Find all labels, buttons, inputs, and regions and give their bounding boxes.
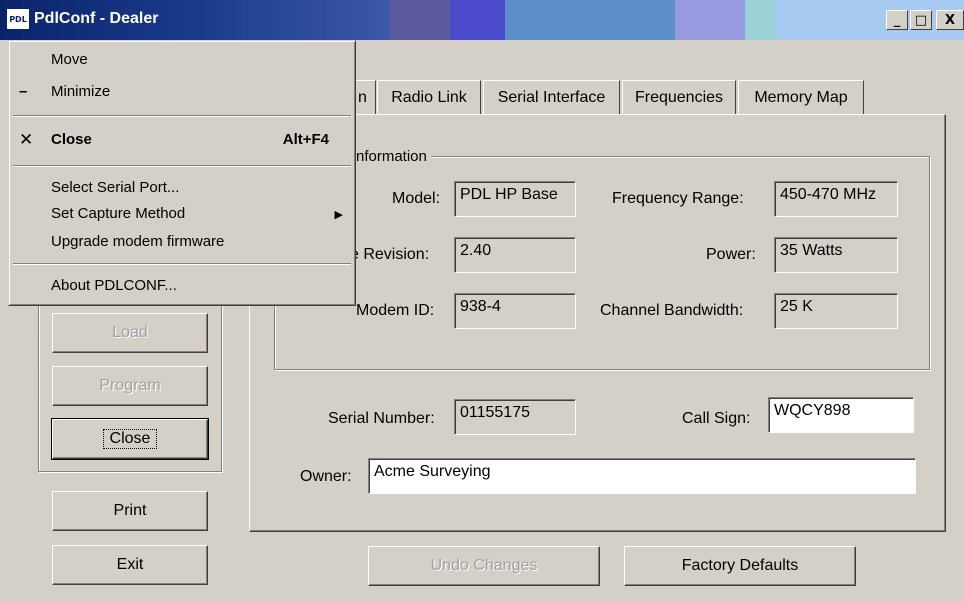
menu-item-select-serial-port[interactable]: Select Serial Port... <box>11 179 353 201</box>
menu-item-close-shortcut: Alt+F4 <box>282 131 329 148</box>
channel-bandwidth-field: 25 K <box>774 293 898 329</box>
menu-item-about[interactable]: About PDLCONF... <box>11 277 353 299</box>
modem-id-label: Modem ID: <box>356 302 435 319</box>
menu-item-upgrade-firmware-label: Upgrade modem firmware <box>51 233 225 250</box>
call-sign-input[interactable]: WQCY898 <box>768 397 914 433</box>
close-icon: ✕ <box>19 130 34 149</box>
title-bar-segment <box>505 0 675 40</box>
program-button[interactable]: Program <box>52 366 208 406</box>
menu-item-close-label: Close <box>51 131 92 148</box>
print-button[interactable]: Print <box>52 491 208 531</box>
menu-item-move[interactable]: Move <box>11 51 353 73</box>
maximize-window-button[interactable]: □ <box>910 10 932 30</box>
menu-separator <box>13 263 351 265</box>
revision-label: e Revision: <box>350 246 430 263</box>
owner-input[interactable]: Acme Surveying <box>368 458 916 494</box>
menu-separator <box>13 115 351 117</box>
undo-changes-button-label: Undo Changes <box>430 557 538 574</box>
title-bar-segment <box>390 0 450 40</box>
app-window: PDL PdlConf - Dealer _ □ X Load Program … <box>0 0 964 602</box>
tab-memory-map[interactable]: Memory Map <box>738 80 864 114</box>
frequency-range-field: 450-470 MHz <box>774 181 898 217</box>
tab-frequencies[interactable]: Frequencies <box>622 80 736 114</box>
exit-button[interactable]: Exit <box>52 545 208 585</box>
menu-item-set-capture-method-label: Set Capture Method <box>51 205 186 222</box>
menu-item-about-label: About PDLCONF... <box>51 277 177 294</box>
title-bar[interactable]: PDL PdlConf - Dealer _ □ X <box>0 0 964 40</box>
information-group-legend: nformation <box>352 148 431 165</box>
title-bar-segment <box>675 0 745 40</box>
revision-field: 2.40 <box>454 237 576 273</box>
print-button-label: Print <box>113 502 147 519</box>
menu-item-upgrade-firmware[interactable]: Upgrade modem firmware <box>11 233 353 255</box>
factory-defaults-button-label: Factory Defaults <box>681 557 799 574</box>
submenu-arrow-icon: ▶ <box>334 209 343 221</box>
call-sign-label: Call Sign: <box>682 410 751 427</box>
undo-changes-button[interactable]: Undo Changes <box>368 546 600 586</box>
tab-radio-link[interactable]: Radio Link <box>377 80 481 114</box>
menu-item-set-capture-method[interactable]: Set Capture Method ▶ <box>11 205 353 227</box>
factory-defaults-button[interactable]: Factory Defaults <box>624 546 856 586</box>
channel-bandwidth-label: Channel Bandwidth: <box>600 302 744 319</box>
program-button-label: Program <box>99 377 161 394</box>
power-field: 35 Watts <box>774 237 898 273</box>
menu-item-close[interactable]: ✕ Close Alt+F4 <box>11 130 353 153</box>
menu-item-select-serial-port-label: Select Serial Port... <box>51 179 180 196</box>
close-button-label: Close <box>102 429 158 449</box>
menu-item-minimize-label: Minimize <box>51 83 111 100</box>
model-label: Model: <box>392 190 441 207</box>
minimize-window-button[interactable]: _ <box>886 10 908 30</box>
close-button[interactable]: Close <box>51 418 209 460</box>
serial-number-field: 01155175 <box>454 399 576 435</box>
modem-id-field: 938-4 <box>454 293 576 329</box>
tab-serial-interface[interactable]: Serial Interface <box>483 80 620 114</box>
system-menu: Move – Minimize ✕ Close Alt+F4 Select Se… <box>8 40 356 306</box>
menu-separator <box>13 165 351 167</box>
load-button-label: Load <box>112 324 148 341</box>
owner-label: Owner: <box>300 468 352 485</box>
window-title: PdlConf - Dealer <box>34 10 159 27</box>
frequency-range-label: Frequency Range: <box>612 190 744 207</box>
app-logo-icon[interactable]: PDL <box>6 8 30 30</box>
close-window-button[interactable]: X <box>936 10 964 30</box>
power-label: Power: <box>706 246 756 263</box>
title-bar-segment <box>745 0 775 40</box>
exit-button-label: Exit <box>116 556 144 573</box>
menu-item-minimize[interactable]: – Minimize <box>11 83 353 105</box>
menu-item-move-label: Move <box>51 51 88 68</box>
serial-number-label: Serial Number: <box>328 410 435 427</box>
model-field: PDL HP Base <box>454 181 576 217</box>
title-bar-segment <box>450 0 505 40</box>
minimize-icon: – <box>19 83 28 100</box>
load-button[interactable]: Load <box>52 313 208 353</box>
